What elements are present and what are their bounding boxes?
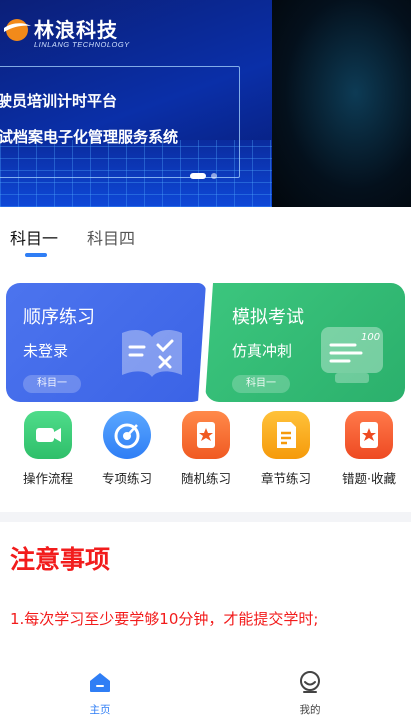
tab-subject-four[interactable]: 科目四 bbox=[87, 225, 135, 249]
book-check-icon bbox=[122, 330, 182, 377]
quick-label: 随机练习 bbox=[180, 471, 231, 486]
home-icon bbox=[90, 673, 110, 692]
svg-text:100: 100 bbox=[361, 332, 380, 343]
mock-exam-card[interactable]: 模拟考试 仿真冲刺 科目一 100 bbox=[205, 283, 405, 402]
banner-phoenix-art bbox=[272, 0, 411, 207]
notice-item: 1.每次学习至少要学够10分钟，才能提交学时; bbox=[10, 610, 319, 628]
random-card-icon bbox=[182, 411, 230, 459]
nav-home[interactable]: 主页 bbox=[70, 670, 130, 717]
section-divider bbox=[0, 512, 411, 522]
video-camera-icon bbox=[24, 411, 72, 459]
quick-label: 错题·收藏 bbox=[342, 471, 396, 486]
banner-frame bbox=[0, 66, 240, 178]
carousel-dot[interactable] bbox=[211, 173, 217, 179]
exam-score-icon: 100 bbox=[321, 327, 383, 383]
banner-headline-2: 考试档案电子化管理服务系统 bbox=[0, 128, 179, 146]
carousel-indicator bbox=[190, 173, 217, 179]
quick-special-practice[interactable]: 专项练习 bbox=[97, 411, 157, 487]
bookmark-card-icon bbox=[345, 411, 393, 459]
quick-operation-flow[interactable]: 操作流程 bbox=[18, 411, 78, 487]
subject-tabs: 科目一 科目四 bbox=[0, 207, 411, 261]
quick-random-practice[interactable]: 随机练习 bbox=[176, 411, 236, 487]
document-icon bbox=[262, 411, 310, 459]
quick-label: 操作流程 bbox=[22, 471, 73, 486]
quick-label: 专项练习 bbox=[101, 471, 152, 486]
active-tab-indicator bbox=[25, 253, 47, 257]
nav-profile[interactable]: 我的 bbox=[280, 670, 340, 717]
card-subtitle: 仿真冲刺 bbox=[232, 342, 293, 360]
target-icon bbox=[103, 411, 151, 459]
brand-subtitle: LINLANG TECHNOLOGY bbox=[34, 40, 130, 49]
card-subject-chip: 科目一 bbox=[23, 375, 81, 393]
quick-label: 章节练习 bbox=[260, 471, 311, 486]
carousel-dot-active[interactable] bbox=[190, 173, 206, 179]
nav-label: 我的 bbox=[299, 704, 321, 716]
quick-chapter-practice[interactable]: 章节练习 bbox=[256, 411, 316, 487]
bottom-navigation: 主页 我的 bbox=[0, 660, 411, 720]
notice-title: 注意事项 bbox=[10, 545, 111, 574]
brand-logo-icon bbox=[4, 19, 31, 41]
brand-name: 林浪科技 bbox=[34, 18, 118, 42]
card-subject-chip: 科目一 bbox=[232, 375, 290, 393]
banner-headline-1: 驾驶员培训计时平台 bbox=[0, 92, 118, 110]
card-subtitle: 未登录 bbox=[23, 342, 69, 360]
quick-wrong-favorites[interactable]: 错题·收藏 bbox=[334, 411, 404, 487]
card-title: 模拟考试 bbox=[232, 307, 304, 328]
user-icon bbox=[300, 671, 320, 693]
card-title: 顺序练习 bbox=[23, 307, 95, 328]
nav-label: 主页 bbox=[89, 704, 111, 716]
tab-subject-one[interactable]: 科目一 bbox=[10, 225, 58, 249]
sequential-practice-card[interactable]: 顺序练习 未登录 科目一 bbox=[6, 283, 206, 402]
banner-carousel[interactable]: 林浪科技 LINLANG TECHNOLOGY 驾驶员培训计时平台 考试档案电子… bbox=[0, 0, 411, 207]
